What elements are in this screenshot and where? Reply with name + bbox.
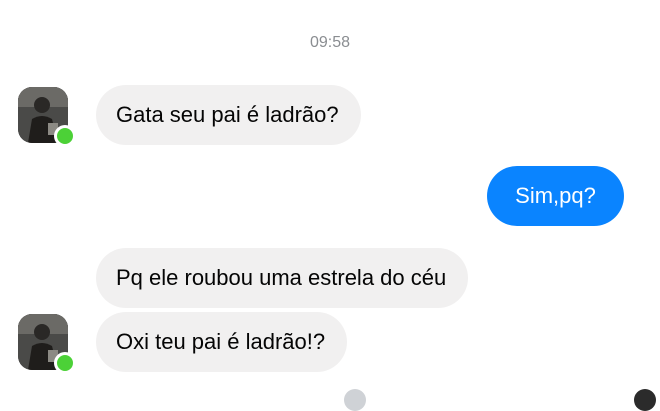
read-receipt-icon — [344, 389, 366, 411]
incoming-message-bubble[interactable]: Pq ele roubou uma estrela do céu — [96, 248, 469, 308]
bottom-edge — [0, 378, 660, 400]
message-row-incoming: Oxi teu pai é ladrão!? — [0, 312, 660, 374]
message-timestamp: 09:58 — [309, 34, 351, 51]
seen-avatar-icon — [634, 389, 656, 411]
incoming-message-bubble[interactable]: Oxi teu pai é ladrão!? — [96, 312, 348, 372]
outgoing-message-bubble[interactable]: Sim,pq? — [487, 166, 624, 226]
incoming-message-bubble[interactable]: Gata seu pai é ladrão? — [96, 85, 361, 145]
message-row-incoming: Gata seu pai é ladrão? — [0, 85, 660, 147]
message-row-outgoing: Sim,pq? — [0, 166, 660, 228]
online-status-dot — [54, 125, 76, 147]
message-row-incoming: Pq ele roubou uma estrela do céu — [0, 248, 660, 310]
online-status-dot — [54, 352, 76, 374]
chat-thread: 09:58 Gata seu pai é ladrão? Sim,pq? Pq … — [0, 0, 660, 411]
